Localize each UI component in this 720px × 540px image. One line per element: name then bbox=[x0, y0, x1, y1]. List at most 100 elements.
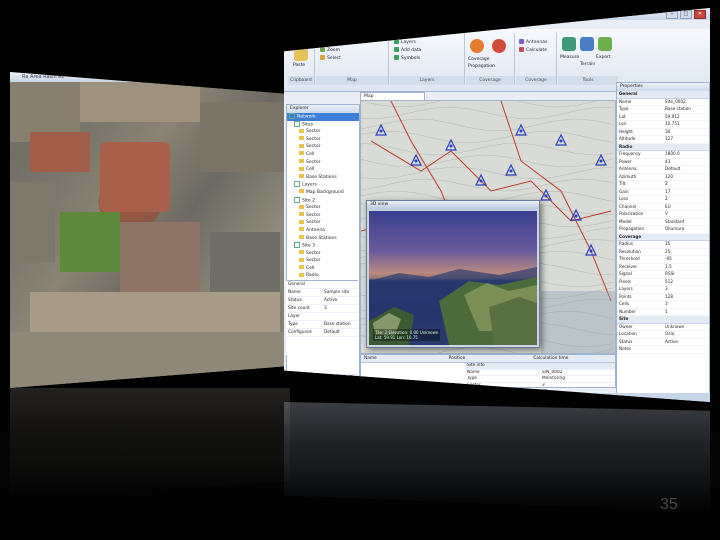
property-row[interactable]: General bbox=[286, 281, 358, 289]
property-section[interactable]: Radio bbox=[617, 143, 709, 151]
tree-item[interactable]: Sector bbox=[287, 219, 359, 227]
coverage-button[interactable]: Coverage bbox=[468, 57, 490, 63]
property-row[interactable]: Tilt 2 bbox=[617, 181, 709, 189]
tree-item[interactable]: Sector bbox=[287, 128, 359, 136]
tree-item[interactable]: Antenna bbox=[287, 227, 359, 235]
property-row[interactable]: Layers 3 bbox=[617, 286, 709, 294]
tree-item[interactable]: Base Stations bbox=[287, 235, 359, 243]
property-row[interactable]: Type Base station bbox=[286, 321, 358, 329]
property-row[interactable]: Location Oslo bbox=[617, 331, 709, 339]
symbols-button[interactable]: Symbols bbox=[394, 55, 420, 62]
tree-item[interactable]: Site 3 bbox=[287, 242, 359, 250]
tab-tools[interactable]: Tools bbox=[407, 20, 419, 29]
tree-item-label: Site 2 bbox=[302, 198, 315, 204]
property-row[interactable]: Receiver 1.5 bbox=[617, 264, 709, 271]
tree-item[interactable]: Sector bbox=[287, 159, 359, 167]
propagation-button[interactable]: Propagation bbox=[468, 64, 495, 70]
tree-item[interactable]: Map Background bbox=[287, 189, 359, 197]
tree-item[interactable]: Cell bbox=[287, 166, 359, 174]
property-row[interactable]: Gain 17 bbox=[617, 189, 709, 196]
property-row[interactable]: Status Active bbox=[617, 339, 709, 346]
layers-button[interactable]: Layers bbox=[394, 39, 416, 46]
property-row[interactable]: Polarization V bbox=[617, 211, 709, 219]
property-row[interactable]: Model Standard bbox=[617, 219, 709, 226]
property-row[interactable]: Propagation Okumura bbox=[617, 226, 709, 234]
terrain-button[interactable]: Terrain bbox=[580, 62, 595, 68]
property-row[interactable]: Layer bbox=[286, 313, 358, 321]
cell-key: Height bbox=[467, 389, 482, 394]
tab-view[interactable]: View bbox=[351, 20, 363, 29]
tree-item[interactable]: Cell bbox=[287, 265, 359, 273]
tree-item[interactable]: Sector bbox=[287, 250, 359, 258]
property-row[interactable]: Loss 2 bbox=[617, 196, 709, 204]
tree-item[interactable]: Layers bbox=[287, 181, 359, 189]
terrain-3d-scene[interactable]: Tile: 2 Elevation: 0.00 Unknown Lat: 59.… bbox=[369, 211, 537, 345]
tree-item[interactable]: Sector bbox=[287, 212, 359, 220]
close-button[interactable]: ✕ bbox=[694, 10, 706, 19]
property-row[interactable]: Type Base station bbox=[617, 106, 709, 114]
antennas-button[interactable]: Antennas bbox=[519, 39, 547, 46]
column-header[interactable]: Position bbox=[446, 355, 531, 362]
app-menu-orb-icon[interactable] bbox=[288, 19, 300, 31]
ribbon-group-label: Coverage bbox=[466, 76, 514, 85]
property-row[interactable]: Frequency 1800.0 bbox=[617, 151, 709, 159]
property-row[interactable]: Points 128 bbox=[617, 294, 709, 301]
tab-coverage[interactable]: Coverage bbox=[373, 20, 397, 29]
property-row[interactable]: Lon 10.751 bbox=[617, 121, 709, 129]
tree-item[interactable]: Base Stations bbox=[287, 174, 359, 182]
column-header[interactable]: Calculation time bbox=[530, 355, 615, 362]
minimize-button[interactable]: – bbox=[666, 10, 678, 19]
tree-item[interactable]: Site 2 bbox=[287, 196, 359, 205]
property-row[interactable]: Lat 59.912 bbox=[617, 114, 709, 121]
apply-button[interactable]: Apply bbox=[326, 375, 354, 385]
tab-analysis[interactable]: Analysis bbox=[430, 20, 451, 29]
property-row[interactable]: Cells 3 bbox=[617, 301, 709, 309]
property-row[interactable]: Pixels 512 bbox=[617, 279, 709, 286]
zoom-button[interactable]: Zoom bbox=[320, 47, 340, 54]
property-row[interactable]: Number 1 bbox=[617, 309, 709, 316]
tree-item[interactable]: Sector bbox=[287, 143, 359, 151]
table-row[interactable]: Azimuth 120 bbox=[465, 396, 615, 402]
property-row[interactable]: Name Sample site bbox=[286, 289, 358, 297]
tree-item[interactable]: Sector bbox=[287, 257, 359, 265]
property-section[interactable]: Site bbox=[617, 316, 709, 324]
property-row[interactable]: Power 43 bbox=[617, 159, 709, 166]
tree-item[interactable]: Sector bbox=[287, 204, 359, 212]
property-row[interactable]: Site count 3 bbox=[286, 305, 358, 313]
tree-item[interactable]: Cell bbox=[287, 151, 359, 159]
tab-map[interactable]: Map bbox=[331, 20, 342, 29]
property-key: Frequency bbox=[619, 151, 641, 156]
3d-view-window[interactable]: 3D view Tile: 2 Elevation: 0.00 Unknown … bbox=[366, 200, 540, 348]
property-row[interactable]: Threshold -95 bbox=[617, 256, 709, 264]
export-button[interactable]: Export bbox=[596, 55, 611, 61]
property-row[interactable]: Notes bbox=[617, 346, 709, 354]
property-row[interactable]: Signal RSSI bbox=[617, 271, 709, 279]
add-data-button[interactable]: Add data bbox=[394, 47, 421, 54]
select-button[interactable]: Select bbox=[320, 55, 341, 62]
property-row[interactable]: Owner Unknown bbox=[617, 324, 709, 331]
property-row[interactable]: Status Active bbox=[286, 297, 358, 305]
paste-button[interactable]: Paste bbox=[293, 63, 305, 69]
property-row[interactable]: Altitude 127 bbox=[617, 136, 709, 144]
move-button[interactable]: Move bbox=[320, 39, 339, 46]
tree-item[interactable]: Network bbox=[287, 113, 359, 121]
tree-item[interactable]: Sites bbox=[287, 120, 359, 129]
property-row[interactable]: Resolution 25 bbox=[617, 249, 709, 256]
calculate-button[interactable]: Calculate bbox=[519, 47, 547, 54]
building-block bbox=[200, 102, 290, 172]
measure-button[interactable]: Measure bbox=[560, 55, 579, 61]
property-row[interactable]: Height 30 bbox=[617, 129, 709, 136]
tree-item[interactable]: Sector bbox=[287, 136, 359, 144]
property-section[interactable]: General bbox=[617, 91, 709, 99]
property-row[interactable]: Azimuth 120 bbox=[617, 174, 709, 181]
property-row[interactable]: Radius 15 bbox=[617, 241, 709, 249]
tree-item[interactable]: Radio bbox=[287, 272, 359, 280]
property-row[interactable]: Channel EU bbox=[617, 204, 709, 211]
property-row[interactable]: Name Site_0002 bbox=[617, 99, 709, 106]
property-section[interactable]: Coverage bbox=[617, 233, 709, 241]
tab-home[interactable]: Home bbox=[306, 20, 321, 29]
property-row[interactable]: Configured Default bbox=[286, 329, 358, 337]
property-row[interactable]: Antenna Default bbox=[617, 166, 709, 174]
maximize-button[interactable]: □ bbox=[680, 10, 692, 19]
column-header[interactable]: Name bbox=[361, 355, 446, 362]
